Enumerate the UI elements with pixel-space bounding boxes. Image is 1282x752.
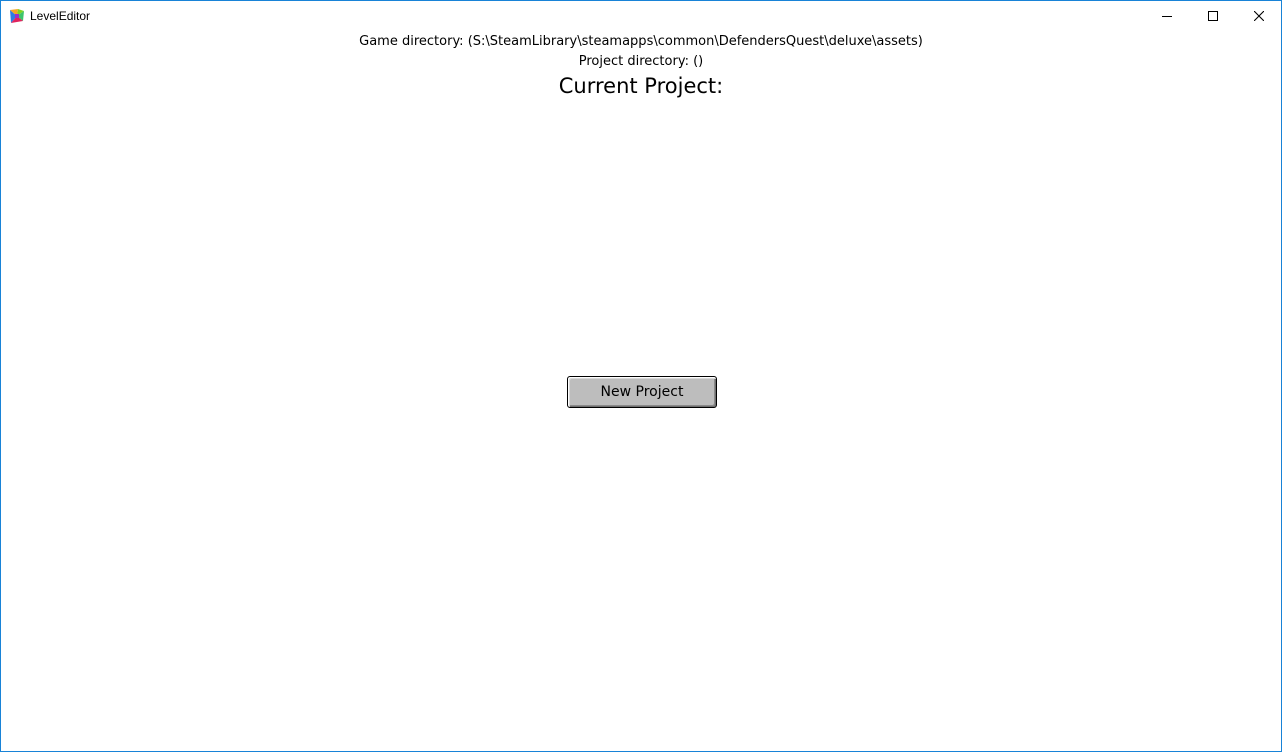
close-icon — [1254, 11, 1264, 21]
app-icon — [10, 9, 24, 23]
project-directory-label: Project directory: () — [578, 54, 704, 69]
current-project-heading: Current Project: — [558, 74, 724, 98]
minimize-icon — [1162, 16, 1172, 17]
new-project-button[interactable]: New Project — [567, 376, 717, 408]
game-directory-label: Game directory: (S:\SteamLibrary\steamap… — [359, 34, 923, 49]
maximize-icon — [1208, 11, 1218, 21]
title-bar[interactable]: LevelEditor — [1, 1, 1281, 31]
close-button[interactable] — [1236, 1, 1282, 31]
maximize-button[interactable] — [1190, 1, 1236, 31]
window-title: LevelEditor — [30, 9, 91, 23]
level-editor-window: LevelEditor Game directory: (S:\SteamLib… — [0, 0, 1282, 752]
minimize-button[interactable] — [1144, 1, 1190, 31]
